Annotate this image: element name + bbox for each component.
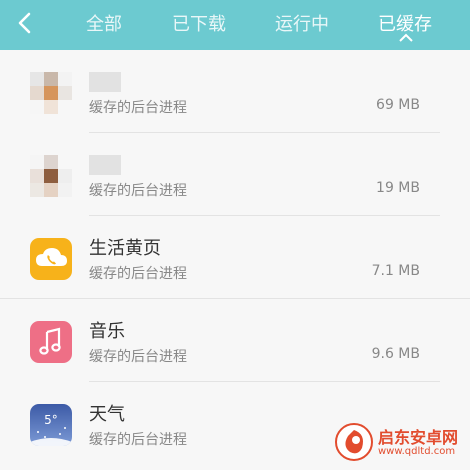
app-subtitle: 缓存的后台进程 [89,432,187,448]
app-size: 19 MB [376,180,420,196]
tab-all[interactable]: 全部 [86,10,122,36]
app-size: 69 MB [376,97,420,113]
app-name: 生活黄页 [89,238,161,259]
back-arrow-icon[interactable] [14,11,38,35]
app-subtitle: 缓存的后台进程 [89,349,187,365]
blurred-app-icon [30,72,72,114]
app-name: 音乐 [89,321,125,342]
weather-temp-text: 5° [44,413,58,427]
yellow-pages-icon [30,238,72,280]
list-item[interactable]: 缓存的后台进程 19 MB [0,133,470,216]
blurred-app-name [89,72,121,92]
watermark-url: www.qdltd.com [378,446,456,457]
app-name: 天气 [89,404,125,425]
active-tab-caret-icon [399,33,413,42]
music-icon [30,321,72,363]
list-item[interactable]: 缓存的后台进程 69 MB [0,50,470,133]
cached-apps-list: 缓存的后台进程 69 MB 缓存的后台进程 19 MB 生活黄页 缓存的后台进程… [0,50,470,470]
header-bar: 全部 已下载 运行中 已缓存 [0,0,470,50]
watermark-title: 启东安卓网 [378,428,459,447]
watermark-logo-icon [335,423,373,461]
weather-icon: 5° [30,404,72,446]
watermark-logo: 启东安卓网 www.qdltd.com [334,422,464,466]
app-subtitle: 缓存的后台进程 [89,266,187,282]
blurred-app-icon [30,155,72,197]
tab-running[interactable]: 运行中 [275,10,329,36]
list-item[interactable]: 生活黄页 缓存的后台进程 7.1 MB [0,216,470,299]
list-item[interactable]: 音乐 缓存的后台进程 9.6 MB [0,299,470,382]
app-subtitle: 缓存的后台进程 [89,183,187,199]
app-subtitle: 缓存的后台进程 [89,100,187,116]
app-size: 7.1 MB [371,263,420,279]
blurred-app-name [89,155,121,175]
app-size: 9.6 MB [371,346,420,362]
tab-downloaded[interactable]: 已下载 [172,10,226,36]
